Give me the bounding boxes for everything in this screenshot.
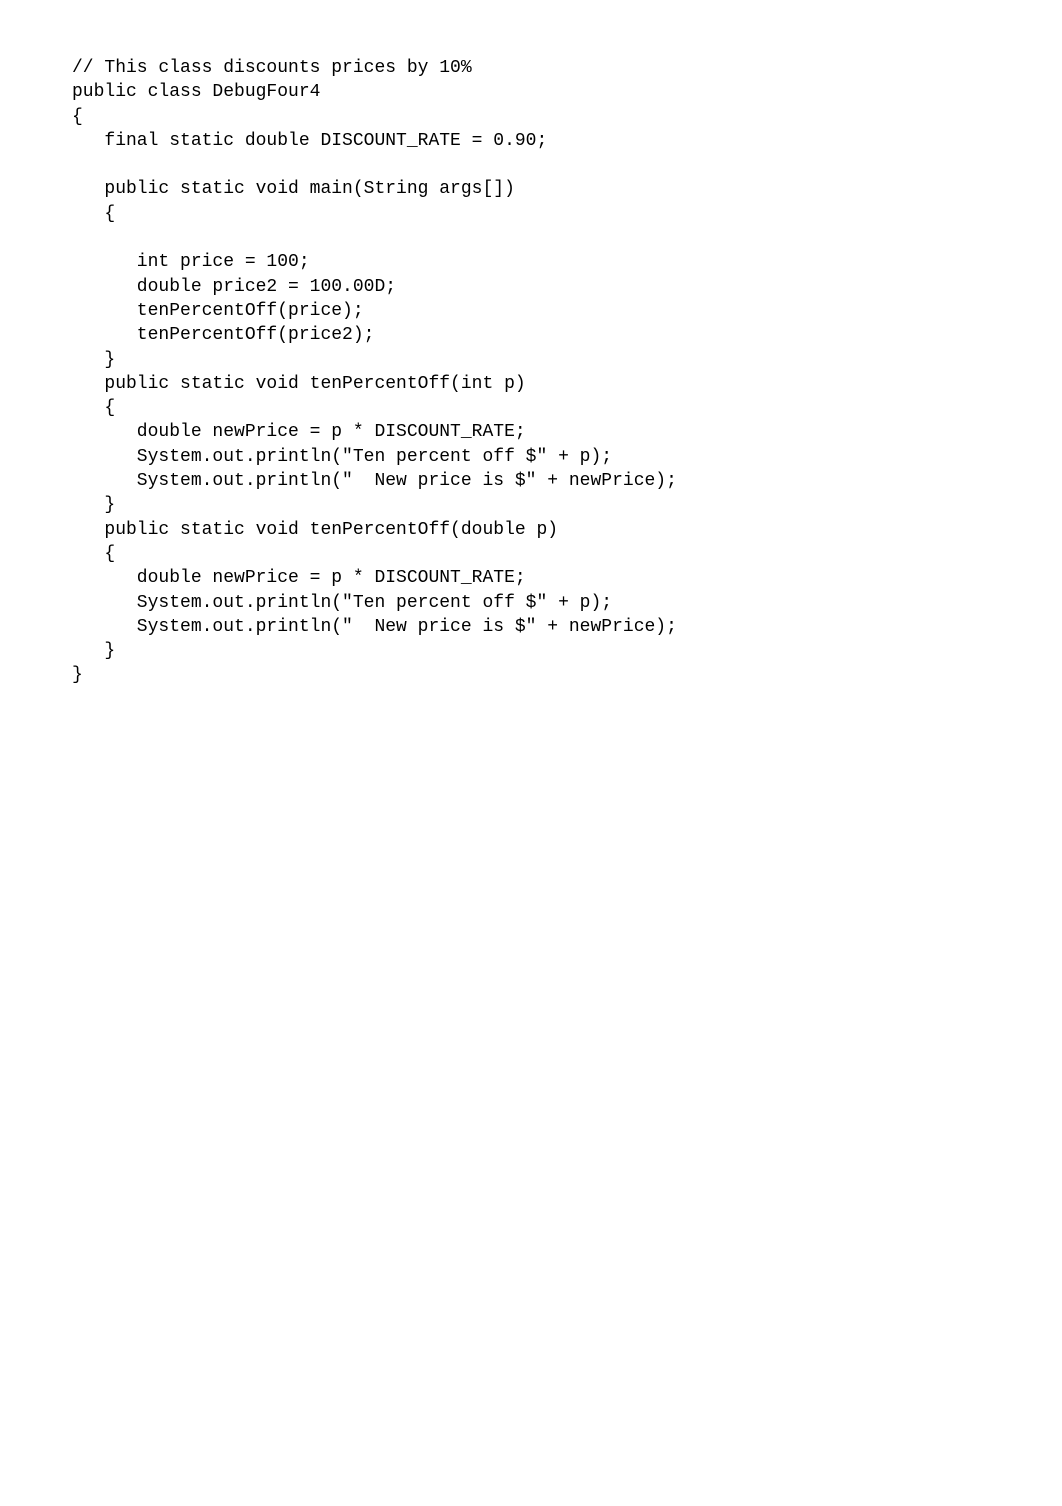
code-block: // This class discounts prices by 10% pu… [0, 0, 1062, 688]
